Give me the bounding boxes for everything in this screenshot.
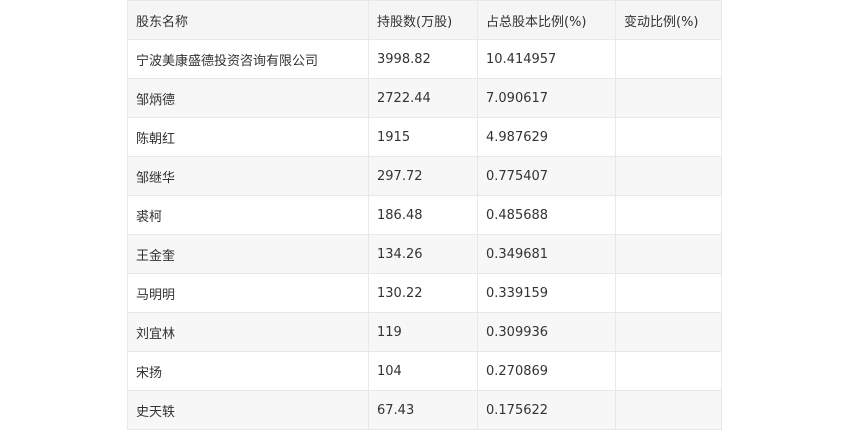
cell-shares-held: 3998.82 — [368, 39, 478, 79]
table-row: 史天轶 67.43 0.175622 — [127, 390, 722, 430]
shareholder-table: 股东名称 持股数(万股) 占总股本比例(%) 变动比例(%) 宁波美康盛德投资咨… — [127, 0, 722, 430]
cell-shares-held: 134.26 — [368, 234, 478, 274]
cell-change-ratio — [615, 117, 722, 157]
cell-shares-held: 2722.44 — [368, 78, 478, 118]
cell-change-ratio — [615, 195, 722, 235]
table-row: 邹炳德 2722.44 7.090617 — [127, 78, 722, 118]
table-row: 刘宜林 119 0.309936 — [127, 312, 722, 352]
header-shareholder-name: 股东名称 — [127, 0, 369, 40]
cell-shares-held: 1915 — [368, 117, 478, 157]
cell-change-ratio — [615, 39, 722, 79]
shareholder-table-container: 股东名称 持股数(万股) 占总股本比例(%) 变动比例(%) 宁波美康盛德投资咨… — [127, 0, 722, 430]
cell-shareholder-name: 邹继华 — [127, 156, 369, 196]
cell-shareholder-name: 邹炳德 — [127, 78, 369, 118]
cell-shareholder-name: 陈朝红 — [127, 117, 369, 157]
cell-share-ratio: 0.270869 — [477, 351, 616, 391]
cell-shareholder-name: 王金奎 — [127, 234, 369, 274]
cell-share-ratio: 0.339159 — [477, 273, 616, 313]
cell-change-ratio — [615, 78, 722, 118]
cell-shares-held: 297.72 — [368, 156, 478, 196]
header-row: 股东名称 持股数(万股) 占总股本比例(%) 变动比例(%) — [127, 0, 722, 40]
table-body: 宁波美康盛德投资咨询有限公司 3998.82 10.414957 邹炳德 272… — [127, 39, 722, 430]
cell-shares-held: 130.22 — [368, 273, 478, 313]
cell-shareholder-name: 刘宜林 — [127, 312, 369, 352]
cell-change-ratio — [615, 312, 722, 352]
table-header: 股东名称 持股数(万股) 占总股本比例(%) 变动比例(%) — [127, 0, 722, 40]
cell-change-ratio — [615, 273, 722, 313]
table-row: 宋扬 104 0.270869 — [127, 351, 722, 391]
cell-share-ratio: 7.090617 — [477, 78, 616, 118]
table-row: 马明明 130.22 0.339159 — [127, 273, 722, 313]
header-share-ratio: 占总股本比例(%) — [477, 0, 616, 40]
cell-shares-held: 67.43 — [368, 390, 478, 430]
cell-share-ratio: 0.175622 — [477, 390, 616, 430]
cell-change-ratio — [615, 390, 722, 430]
cell-share-ratio: 10.414957 — [477, 39, 616, 79]
cell-shareholder-name: 史天轶 — [127, 390, 369, 430]
cell-change-ratio — [615, 234, 722, 274]
cell-share-ratio: 0.349681 — [477, 234, 616, 274]
table-row: 宁波美康盛德投资咨询有限公司 3998.82 10.414957 — [127, 39, 722, 79]
cell-shares-held: 186.48 — [368, 195, 478, 235]
header-shares-held: 持股数(万股) — [368, 0, 478, 40]
cell-shareholder-name: 马明明 — [127, 273, 369, 313]
cell-shareholder-name: 裘柯 — [127, 195, 369, 235]
cell-share-ratio: 4.987629 — [477, 117, 616, 157]
header-change-ratio: 变动比例(%) — [615, 0, 722, 40]
table-row: 邹继华 297.72 0.775407 — [127, 156, 722, 196]
table-row: 裘柯 186.48 0.485688 — [127, 195, 722, 235]
table-row: 陈朝红 1915 4.987629 — [127, 117, 722, 157]
cell-shareholder-name: 宁波美康盛德投资咨询有限公司 — [127, 39, 369, 79]
cell-share-ratio: 0.775407 — [477, 156, 616, 196]
cell-shareholder-name: 宋扬 — [127, 351, 369, 391]
cell-share-ratio: 0.485688 — [477, 195, 616, 235]
cell-shares-held: 104 — [368, 351, 478, 391]
cell-change-ratio — [615, 156, 722, 196]
table-row: 王金奎 134.26 0.349681 — [127, 234, 722, 274]
cell-change-ratio — [615, 351, 722, 391]
cell-shares-held: 119 — [368, 312, 478, 352]
cell-share-ratio: 0.309936 — [477, 312, 616, 352]
